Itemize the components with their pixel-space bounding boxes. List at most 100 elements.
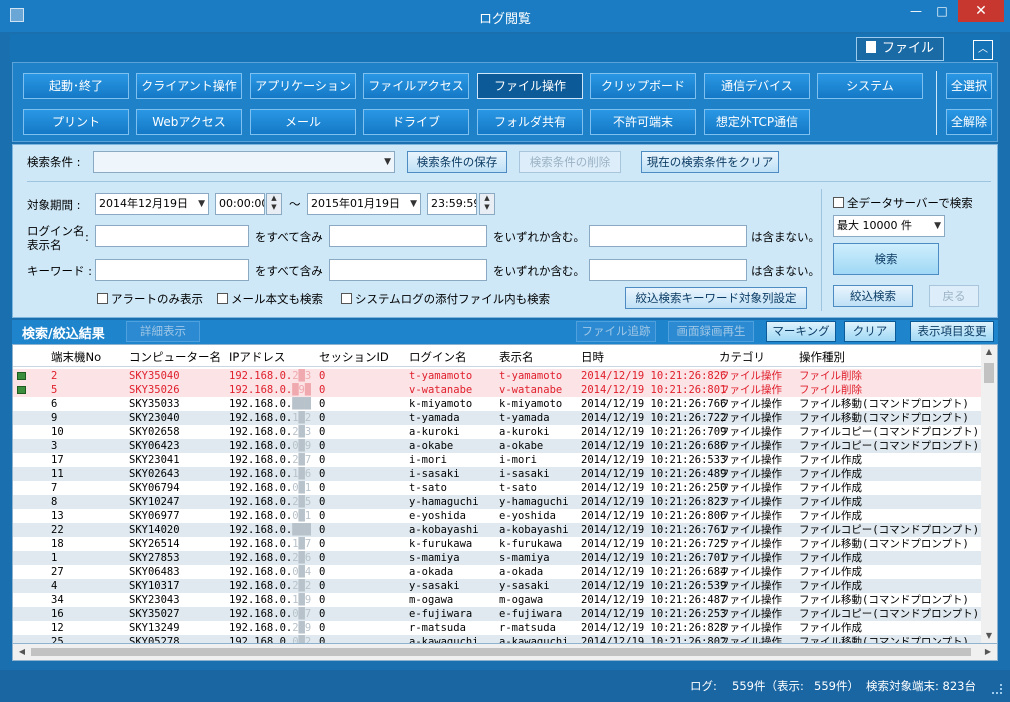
refine-search-button[interactable]: 絞込検索 [833,285,913,307]
to-time-input[interactable]: 23:59:59 [427,193,477,215]
to-date-picker[interactable]: 2015年01月19日 ▼ [307,193,421,215]
category-button-r1-2[interactable]: アプリケーション [250,73,356,99]
login-contains-all-input[interactable] [95,225,249,247]
search-button[interactable]: 検索 [833,243,939,275]
category-button-r2-6[interactable]: 想定外TCP通信 [704,109,810,135]
max-count-dropdown[interactable]: 最大 10000 件 ▼ [833,215,945,237]
category-button-r1-7[interactable]: システム [817,73,923,99]
category-button-r2-1[interactable]: Webアクセス [136,109,242,135]
category-cell: ファイル操作 [719,454,782,466]
file-trace-button[interactable]: ファイル追跡 [576,321,656,342]
scroll-right-icon[interactable]: ▶ [981,645,995,659]
category-button-r2-0[interactable]: プリント [23,109,129,135]
table-row[interactable]: 13 SKY06977 192.168.0.0█1 0 e-yoshida e-yoshi… [13,509,981,523]
all-servers-checkbox[interactable]: 全データサーバーで検索 [833,195,973,211]
from-time-input[interactable]: 00:00:00 [215,193,265,215]
clear-marking-button[interactable]: クリア [844,321,896,342]
table-row[interactable]: 11 SKY02643 192.168.0.1█6 0 i-sasaki i-sasaki… [13,467,981,481]
category-button-r1-4[interactable]: ファイル操作 [477,73,583,99]
table-row[interactable]: 4 SKY10317 192.168.0.2█2 0 y-sasaki y-sasaki 2… [13,579,981,593]
table-row[interactable]: 16 SKY35027 192.168.0.0█7 0 e-fujiwara e-fuji… [13,607,981,621]
keyword-contains-any-input[interactable] [329,259,487,281]
from-time-spinner[interactable]: ▲ ▼ [266,193,282,215]
maximize-button[interactable]: □ [930,0,954,22]
session-cell: 0 [319,440,326,452]
column-header[interactable]: 日時 [581,349,604,365]
table-row[interactable]: 27 SKY06483 192.168.0.0█4 0 a-okada a-okada 20… [13,565,981,579]
clear-all-button[interactable]: 全解除 [946,109,992,135]
column-header[interactable]: ログイン名 [409,349,467,365]
log-count: 559件（表示: [732,679,804,693]
table-row[interactable]: 1 SKY27853 192.168.0.2█6 0 s-mamiya s-mamiya 2… [13,551,981,565]
table-row[interactable]: 10 SKY02658 192.168.0.2█3 0 a-kuroki a-kuroki… [13,425,981,439]
clear-condition-button[interactable]: 現在の検索条件をクリア [641,151,779,173]
horizontal-scrollbar[interactable]: ◀ ▶ [12,644,998,661]
category-button-r1-1[interactable]: クライアント操作 [136,73,242,99]
from-date-picker[interactable]: 2014年12月19日 ▼ [95,193,209,215]
category-button-r1-5[interactable]: クリップボード [590,73,696,99]
scroll-up-icon[interactable]: ▲ [981,345,997,359]
category-button-r2-3[interactable]: ドライブ [363,109,469,135]
table-row[interactable]: 6 SKY35033 192.168.0.███ 0 k-miyamoto k-miyam… [13,397,981,411]
save-condition-button[interactable]: 検索条件の保存 [407,151,507,173]
table-row[interactable]: 7 SKY06794 192.168.0.0█1 0 t-sato t-sato 2014/… [13,481,981,495]
table-row[interactable]: 2 SKY35040 192.168.0.2█3 0 t-yamamoto t-yamam… [13,369,981,383]
pc-cell: SKY05278 [129,636,180,644]
delete-condition-button[interactable]: 検索条件の削除 [519,151,621,173]
table-row[interactable]: 5 SKY35026 192.168.0.█9█ 0 v-watanabe v-watan… [13,383,981,397]
collapse-ribbon-button[interactable]: ︿ [973,40,993,60]
column-header[interactable]: コンピューター名 [129,349,221,365]
ip-prefix: 192.168.0. [229,622,293,634]
scroll-left-icon[interactable]: ◀ [15,645,29,659]
column-header[interactable]: 操作種別 [799,349,845,365]
vertical-scrollbar[interactable]: ▲ ▼ [981,345,997,643]
back-button[interactable]: 戻る [929,285,979,307]
table-row[interactable]: 8 SKY10247 192.168.0.2█5 0 y-hamaguchi y-hama… [13,495,981,509]
attachment-checkbox[interactable]: システムログの添付ファイル内も検索 [341,291,550,307]
marking-button[interactable]: マーキング [766,321,836,342]
category-button-r1-6[interactable]: 通信デバイス [704,73,810,99]
resize-grip-icon[interactable] [992,684,1002,694]
table-row[interactable]: 17 SKY23041 192.168.0.2█7 0 i-mori i-mori 2014… [13,453,981,467]
column-header[interactable]: 端末機No [51,349,101,365]
condition-dropdown[interactable]: ▼ [93,151,395,173]
minimize-button[interactable]: — [904,0,928,22]
table-row[interactable]: 18 SKY26514 192.168.0.1█7 0 k-furukawa k-furu… [13,537,981,551]
column-header[interactable]: 表示名 [499,349,534,365]
table-row[interactable]: 22 SKY14020 192.168.0.███ 0 a-kobayashi a-kob… [13,523,981,537]
table-row[interactable]: 34 SKY23043 192.168.0.1█9 0 m-ogawa m-ogawa 20… [13,593,981,607]
close-button[interactable]: ✕ [958,0,1004,22]
category-button-r2-4[interactable]: フォルダ共有 [477,109,583,135]
scroll-thumb[interactable] [31,648,971,656]
column-header[interactable]: カテゴリ [719,349,765,365]
category-button-r1-3[interactable]: ファイルアクセス [363,73,469,99]
mail-body-checkbox[interactable]: メール本文も検索 [217,291,323,307]
category-button-r2-2[interactable]: メール [250,109,356,135]
login-contains-any-input[interactable] [329,225,487,247]
column-header[interactable]: セッションID [319,349,389,365]
keyword-not-contains-input[interactable] [589,259,747,281]
screen-replay-button[interactable]: 画面録画再生 [668,321,754,342]
scroll-down-icon[interactable]: ▼ [981,629,997,643]
table-row[interactable]: 9 SKY23040 192.168.0.1█2 0 t-yamada t-yamada 2… [13,411,981,425]
file-icon [865,41,876,53]
column-header[interactable]: IPアドレス [229,349,285,365]
table-row[interactable]: 3 SKY06423 192.168.0.0█9 0 a-okabe a-okabe 201… [13,439,981,453]
file-menu-button[interactable]: ファイル [856,37,944,61]
table-row[interactable]: 25 SKY05278 192.168.0.0█2 0 a-kawaguchi a-kaw… [13,635,981,644]
table-row[interactable]: 12 SKY13249 192.168.0.2█9 0 r-matsuda r-matsu… [13,621,981,635]
category-button-r1-0[interactable]: 起動･終了 [23,73,129,99]
detail-button[interactable]: 詳細表示 [126,321,200,342]
keyword-contains-all-input[interactable] [95,259,249,281]
date-cell: 2014/12/19 10:21:26:802 [581,636,727,644]
select-all-button[interactable]: 全選択 [946,73,992,99]
refine-setting-button[interactable]: 絞込検索キーワード対象列設定 [625,287,807,309]
alert-only-checkbox[interactable]: アラートのみ表示 [97,291,203,307]
category-cell: ファイル操作 [719,622,782,634]
scroll-thumb[interactable] [984,363,994,383]
login-not-contains-input[interactable] [589,225,747,247]
to-time-spinner[interactable]: ▲ ▼ [479,193,495,215]
change-columns-button[interactable]: 表示項目変更 [910,321,994,342]
category-button-r2-5[interactable]: 不許可端末 [590,109,696,135]
to-date-value: 2015年01月19日 [311,197,400,210]
